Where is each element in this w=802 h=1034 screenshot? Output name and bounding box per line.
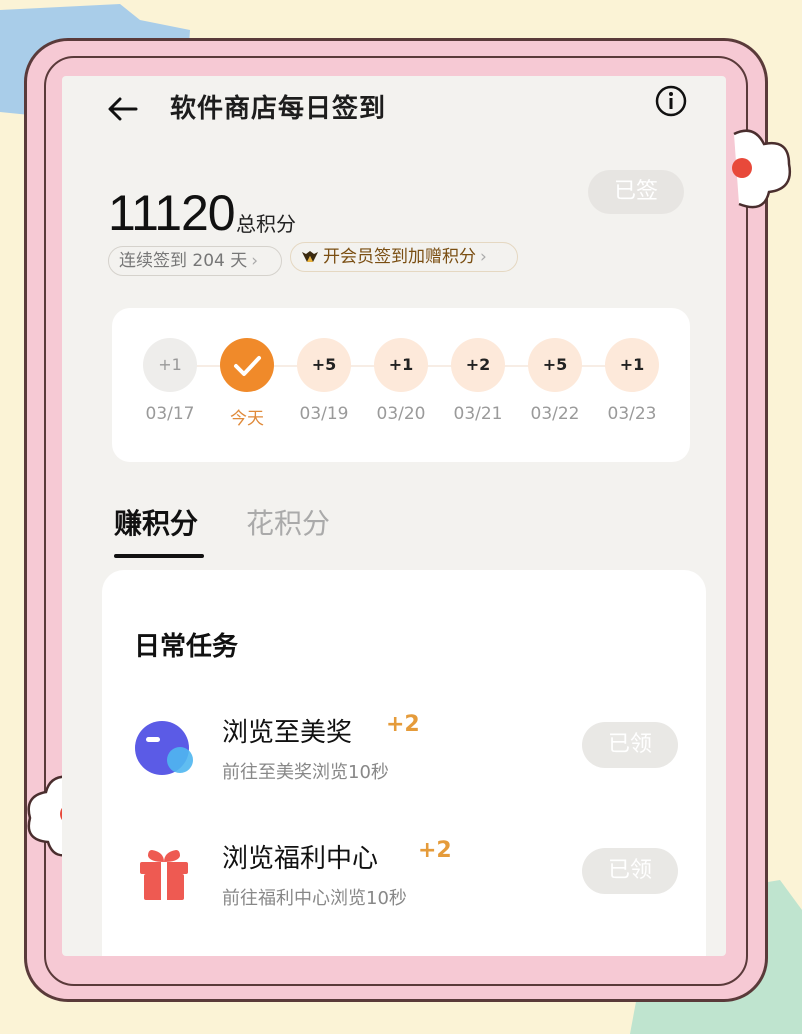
chevron-right-icon: › bbox=[251, 251, 259, 271]
vip-promo-text: 开会员签到加赠积分 bbox=[323, 247, 476, 267]
day-date: 03/17 bbox=[145, 404, 195, 424]
day-bonus: +1 bbox=[374, 338, 428, 392]
day-date: 03/21 bbox=[453, 404, 503, 424]
task-description: 前往福利中心浏览10秒 bbox=[222, 888, 407, 909]
streak-pill[interactable]: 连续签到 204 天 › bbox=[108, 246, 282, 276]
day-bonus: +5 bbox=[297, 338, 351, 392]
day-date: 03/19 bbox=[299, 404, 349, 424]
claimed-button[interactable]: 已领 bbox=[582, 848, 678, 894]
top-bar: 软件商店每日签到 bbox=[62, 76, 726, 136]
total-points-value: 11120 bbox=[108, 185, 236, 241]
day-item: +1 03/23 bbox=[602, 338, 662, 424]
day-item: +5 03/22 bbox=[525, 338, 585, 424]
day-item: +1 03/20 bbox=[371, 338, 431, 424]
check-icon bbox=[220, 338, 274, 392]
day-bonus: +5 bbox=[528, 338, 582, 392]
planet-icon bbox=[135, 721, 193, 775]
day-date: 03/20 bbox=[376, 404, 426, 424]
day-bonus: +2 bbox=[451, 338, 505, 392]
task-row: 浏览至美奖 +2 前往至美奖浏览10秒 已领 bbox=[102, 710, 706, 800]
signed-button[interactable]: 已签 bbox=[588, 170, 684, 214]
claimed-button[interactable]: 已领 bbox=[582, 722, 678, 768]
streak-text: 连续签到 204 天 bbox=[119, 251, 248, 271]
day-date: 03/22 bbox=[530, 404, 580, 424]
day-bonus: +1 bbox=[605, 338, 659, 392]
task-description: 前往至美奖浏览10秒 bbox=[222, 762, 389, 783]
vip-promo-pill[interactable]: 开会员签到加赠积分 › bbox=[290, 242, 518, 272]
task-name: 浏览福利中心 bbox=[222, 844, 379, 874]
day-bonus: +1 bbox=[143, 338, 197, 392]
day-date: 03/23 bbox=[607, 404, 657, 424]
day-item: +5 03/19 bbox=[294, 338, 354, 424]
active-tab-indicator bbox=[114, 554, 204, 558]
total-points-label: 总积分 bbox=[236, 212, 296, 236]
task-points: +2 bbox=[418, 838, 452, 863]
gift-icon bbox=[140, 850, 188, 900]
task-name: 浏览至美奖 bbox=[222, 718, 353, 748]
info-icon[interactable] bbox=[654, 84, 688, 118]
task-row: 浏览福利中心 +2 前往福利中心浏览10秒 已领 bbox=[102, 836, 706, 926]
chevron-right-icon: › bbox=[480, 247, 487, 267]
app-screen: 软件商店每日签到 11120 总积分 已签 连续签到 204 天 › 开会员签到加… bbox=[62, 76, 726, 956]
daily-tasks-card: 日常任务 浏览至美奖 +2 前往至美奖浏览10秒 已领 浏览福利中心 +2 前往… bbox=[102, 570, 706, 956]
page-title: 软件商店每日签到 bbox=[170, 94, 387, 124]
tab-earn-points[interactable]: 赚积分 bbox=[114, 502, 198, 542]
weekly-checkin-card: +1 03/17 今天 +5 03/19 +1 03/20 +2 03/21 +5 03/22 +1 0… bbox=[112, 308, 690, 462]
daily-tasks-title: 日常任务 bbox=[134, 632, 239, 662]
day-item: +2 03/21 bbox=[448, 338, 508, 424]
flower-sticker-right bbox=[732, 129, 792, 209]
task-points: +2 bbox=[386, 712, 420, 737]
day-date: 今天 bbox=[230, 409, 264, 429]
tab-spend-points[interactable]: 花积分 bbox=[246, 502, 330, 542]
back-arrow-icon[interactable] bbox=[106, 92, 140, 126]
vip-crown-icon bbox=[302, 251, 318, 262]
day-item: +1 03/17 bbox=[140, 338, 200, 424]
day-item: 今天 bbox=[217, 338, 277, 429]
